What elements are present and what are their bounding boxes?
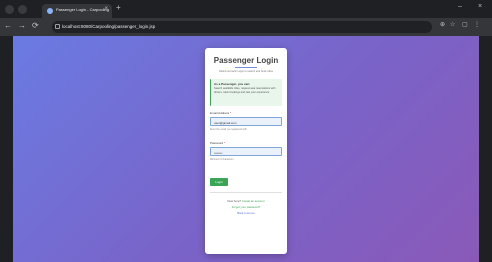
password-label: Password * [210, 141, 225, 145]
email-label-text: Email Address [210, 111, 230, 115]
url-text: localhost:8080/Carpooling/passenger_logi… [62, 24, 156, 29]
bookmark-star-icon[interactable]: ☆ [450, 22, 455, 28]
tab-search-icon[interactable] [18, 5, 27, 14]
new-tab-button[interactable]: + [116, 4, 121, 12]
divider [210, 192, 282, 193]
tab-strip: Passenger Login - Carpooling × + – × [0, 0, 492, 18]
password-label-text: Password [210, 141, 224, 145]
page-title: Passenger Login [213, 56, 279, 65]
email-label: Email Address * [210, 111, 231, 115]
back-icon[interactable]: ← [4, 22, 12, 30]
forgot-password-link[interactable]: Forgot your password? [232, 205, 261, 209]
profile-icon[interactable] [5, 5, 14, 14]
new-here-text: New here? [227, 199, 241, 203]
create-account-link[interactable]: Create an account [242, 199, 265, 203]
extensions-icon[interactable]: ▢ [462, 22, 468, 28]
page-subtitle: Welcome back! Login to search and book r… [219, 70, 273, 73]
password-value: •••••••• [214, 150, 223, 155]
tab-passenger-login[interactable]: Passenger Login - Carpooling × [42, 4, 112, 18]
title-underline [235, 67, 257, 68]
favicon-icon [47, 8, 53, 14]
email-field[interactable]: user@gmail.com [210, 117, 282, 126]
minimize-icon[interactable]: – [458, 3, 462, 10]
email-required-mark: * [230, 111, 232, 115]
password-required-mark: * [224, 141, 226, 145]
back-home-line: Back to Home [205, 211, 287, 215]
window-close-icon[interactable]: × [478, 3, 482, 10]
email-hint: Enter the email you registered with [210, 128, 247, 131]
reload-icon[interactable]: ⟳ [32, 22, 39, 30]
info-title: As a Passenger, you can: [214, 82, 251, 86]
forgot-password-line: Forgot your password? [205, 205, 287, 209]
info-text: Search available rides, request seat res… [214, 87, 276, 94]
email-value: user@gmail.com [214, 120, 237, 125]
browser-window: Passenger Login - Carpooling × + – × ← →… [0, 0, 492, 262]
forward-icon[interactable]: → [18, 22, 26, 30]
close-tab-icon[interactable]: × [104, 6, 108, 12]
site-info-icon[interactable] [55, 24, 60, 29]
passenger-info-box: As a Passenger, you can: Search availabl… [210, 79, 282, 106]
password-hint: Minimum 6 characters [210, 158, 234, 161]
tab-title: Passenger Login - Carpooling [56, 7, 109, 12]
zoom-icon[interactable]: ⊕ [440, 22, 445, 28]
menu-icon[interactable]: ⋮ [474, 22, 480, 28]
address-bar[interactable]: localhost:8080/Carpooling/passenger_logi… [52, 21, 432, 33]
back-home-link[interactable]: Back to Home [237, 211, 255, 215]
page-viewport: Passenger Login Welcome back! Login to s… [13, 36, 479, 262]
login-card: Passenger Login Welcome back! Login to s… [205, 48, 287, 254]
login-button[interactable]: Login [210, 178, 228, 186]
signup-line: New here? Create an account [205, 199, 287, 203]
password-field[interactable]: •••••••• [210, 147, 282, 156]
browser-toolbar: ← → ⟳ localhost:8080/Carpooling/passenge… [0, 18, 492, 36]
